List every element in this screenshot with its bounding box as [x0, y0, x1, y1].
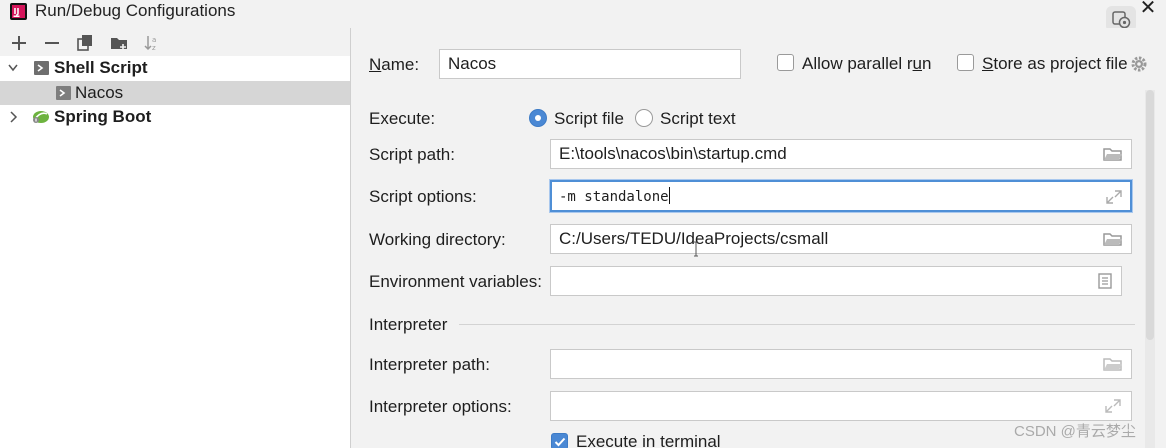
interpreter-section-title: Interpreter [369, 315, 448, 334]
edit-variables-icon[interactable] [1095, 272, 1115, 290]
copy-icon[interactable] [74, 32, 96, 54]
tree-item-spring-boot[interactable]: Spring Boot [0, 105, 350, 129]
close-button[interactable]: ✕ [1137, 0, 1159, 19]
configurations-panel: a z Shell Script Nacos Spring Boot [0, 28, 350, 448]
section-divider [459, 324, 1135, 325]
tree-item-label: Shell Script [54, 58, 148, 77]
interpreter-path-label: Interpreter path: [369, 355, 490, 374]
tree-item-label: Spring Boot [54, 107, 152, 126]
chevron-down-icon[interactable] [7, 56, 21, 80]
store-as-project-file-label: Store as project file [982, 54, 1128, 73]
configurations-tree: Shell Script Nacos Spring Boot [0, 56, 350, 448]
configuration-editor: Name: Nacos Allow parallel run Store as … [351, 28, 1166, 448]
allow-parallel-run-checkbox[interactable] [777, 54, 794, 71]
chevron-right-icon[interactable] [7, 105, 21, 129]
svg-text:z: z [152, 44, 156, 52]
configurations-toolbar: a z [0, 28, 350, 56]
remove-icon[interactable] [41, 32, 63, 54]
mouse-cursor-icon [694, 241, 698, 257]
intellij-app-icon: IJ [10, 3, 27, 20]
store-as-project-file-checkbox[interactable] [957, 54, 974, 71]
tree-item-label: Nacos [75, 83, 124, 102]
interpreter-options-label: Interpreter options: [369, 397, 512, 416]
scrollbar-thumb[interactable] [1146, 90, 1154, 340]
target-settings-icon [1112, 11, 1131, 29]
name-value: Nacos [448, 54, 497, 73]
environment-variables-field[interactable] [550, 266, 1122, 296]
browse-folder-icon[interactable] [1103, 355, 1123, 373]
script-path-label: Script path: [369, 145, 455, 164]
new-folder-icon[interactable] [108, 32, 130, 54]
svg-text:IJ: IJ [14, 7, 20, 16]
vertical-scrollbar[interactable] [1145, 90, 1155, 448]
sort-icon[interactable]: a z [141, 32, 163, 54]
spring-boot-icon [33, 111, 49, 123]
shell-script-icon [56, 86, 71, 100]
execute-label: Execute: [369, 109, 436, 128]
gear-icon[interactable] [1130, 55, 1148, 73]
execute-in-terminal-label: Execute in terminal [576, 432, 721, 448]
add-icon[interactable] [8, 32, 30, 54]
script-text-radio[interactable] [635, 109, 653, 127]
name-field[interactable]: Nacos [439, 49, 741, 79]
browse-folder-icon[interactable] [1103, 145, 1123, 163]
name-label: Name: [369, 55, 420, 74]
environment-variables-label: Environment variables: [369, 272, 542, 291]
run-debug-configurations-dialog: IJ Run/Debug Configurations ✕ a z Shell … [0, 0, 1166, 448]
browse-folder-icon[interactable] [1103, 230, 1123, 248]
shell-script-icon [34, 61, 49, 75]
expand-icon[interactable] [1104, 188, 1124, 206]
working-directory-field[interactable]: C:/Users/TEDU/IdeaProjects/csmall [550, 224, 1132, 254]
script-path-field[interactable]: E:\tools\nacos\bin\startup.cmd [550, 139, 1132, 169]
script-text-label: Script text [660, 109, 736, 128]
title-bar: IJ Run/Debug Configurations ✕ [0, 0, 1166, 32]
watermark: CSDN @青云梦尘 [1014, 423, 1136, 440]
script-file-radio[interactable] [529, 109, 547, 127]
text-caret [668, 187, 670, 204]
interpreter-options-field[interactable] [550, 391, 1132, 421]
tree-item-shell-script[interactable]: Shell Script [0, 56, 350, 80]
dialog-title: Run/Debug Configurations [35, 1, 236, 20]
script-path-value: E:\tools\nacos\bin\startup.cmd [559, 144, 787, 163]
script-options-value: -m standalone [559, 187, 670, 205]
expand-icon[interactable] [1103, 397, 1123, 415]
script-file-label: Script file [554, 109, 624, 128]
execute-in-terminal-checkbox[interactable] [551, 433, 568, 448]
svg-text:a: a [152, 36, 156, 44]
tree-item-nacos[interactable]: Nacos [0, 81, 350, 105]
script-options-label: Script options: [369, 187, 477, 206]
checkmark-icon [554, 437, 566, 447]
allow-parallel-run-label: Allow parallel run [802, 54, 932, 73]
working-directory-label: Working directory: [369, 230, 506, 249]
script-options-field[interactable]: -m standalone [550, 180, 1132, 212]
interpreter-path-field[interactable] [550, 349, 1132, 379]
